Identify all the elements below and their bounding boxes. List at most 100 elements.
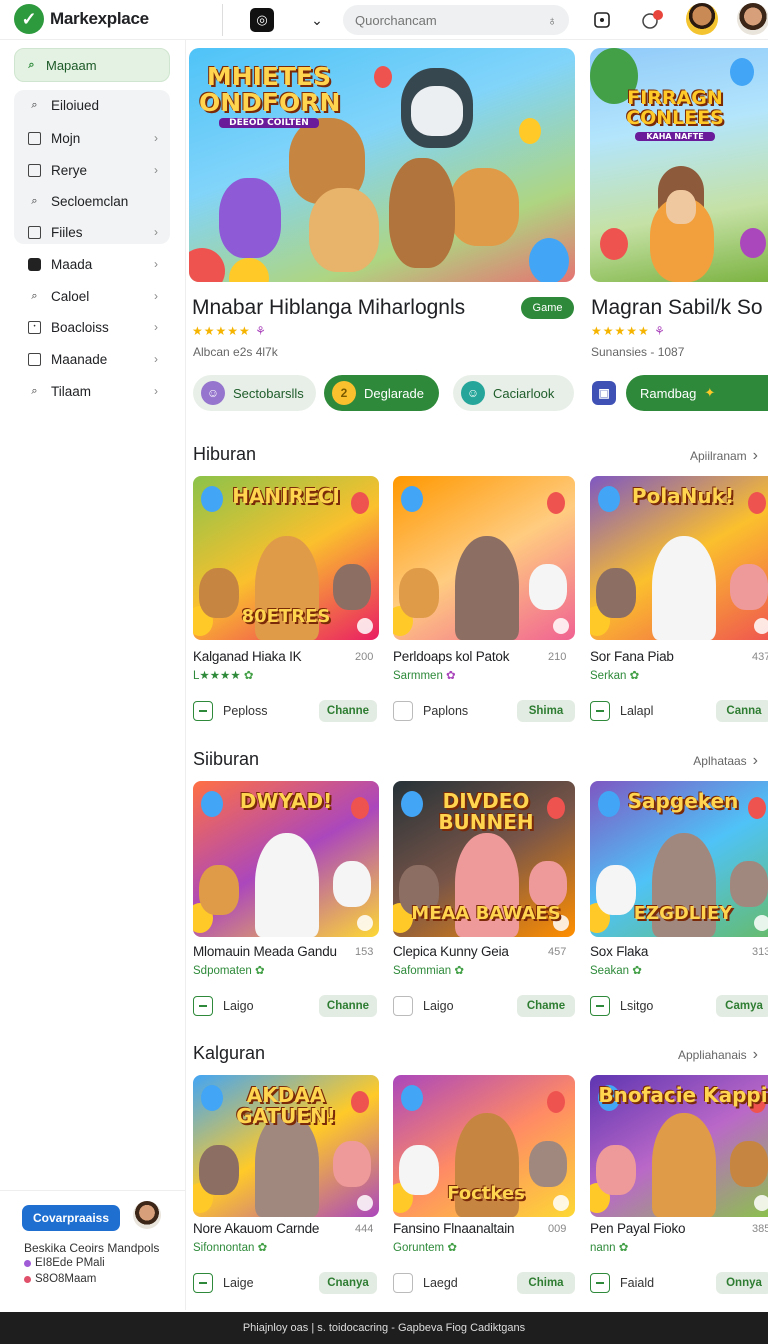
card-action[interactable]: Laigo xyxy=(193,992,254,1020)
sidebar-item-label: Mapaam xyxy=(46,57,97,73)
coin-icon: 2 xyxy=(332,381,356,405)
app-card-image[interactable]: Foctkes xyxy=(393,1075,575,1217)
card-action[interactable]: Laegd xyxy=(393,1269,458,1297)
card-button[interactable]: Shima xyxy=(517,700,575,722)
sidebar-item[interactable]: • Boacloiss › xyxy=(14,312,170,342)
verified-icon: ✿ xyxy=(629,965,642,977)
card-title[interactable]: Clepica Kunny Geia xyxy=(393,944,509,959)
card-subtitle-row: Sdpomaten ✿ xyxy=(193,963,265,977)
section-see-all-link[interactable]: Appliahanais › xyxy=(678,1046,758,1064)
notification-icon[interactable] xyxy=(640,8,664,32)
cta-button[interactable]: Covarpraaiss xyxy=(22,1205,120,1231)
character-illustration xyxy=(333,564,371,610)
chevron-right-icon: › xyxy=(154,352,158,366)
card-button[interactable]: Channe xyxy=(319,995,377,1017)
sidebar-item[interactable]: Maanade › xyxy=(14,344,170,374)
card-art-title: AKDAA GATUEN! xyxy=(236,1083,336,1128)
section-see-all-link[interactable]: Apiilranam › xyxy=(690,447,758,465)
sidebar-item[interactable]: ⌕ Tilaam › xyxy=(14,376,170,406)
sidebar-item[interactable]: Rerye › xyxy=(14,155,170,185)
character-illustration xyxy=(333,861,371,907)
hero-meta: Sunansies - 1087 xyxy=(591,345,685,359)
search-input[interactable] xyxy=(355,12,525,28)
card-count: 009 xyxy=(548,1223,567,1235)
game-badge: Game xyxy=(521,297,574,319)
user-avatar[interactable] xyxy=(686,3,718,35)
chevron-down-icon[interactable]: ⌄ xyxy=(305,8,329,32)
sidebar-item[interactable]: ⌕ Caloel › xyxy=(14,281,170,311)
verified-icon: ✿ xyxy=(615,1242,629,1254)
card-title[interactable]: Mlomauin Meada Gandu xyxy=(193,944,337,959)
top-bar: ✓ Markexplace ◎ ⌄ ♁ xyxy=(0,0,768,40)
sidebar-item-home[interactable]: ⌕ Mapaam xyxy=(14,48,170,82)
sidebar-item-label: Boacloiss xyxy=(51,319,109,335)
sidebar-item[interactable]: Fiiles › xyxy=(14,217,170,247)
card-button[interactable]: Camya xyxy=(716,995,768,1017)
card-art-subtitle: EZGDLIEY xyxy=(633,903,733,924)
mic-icon[interactable]: ♁ xyxy=(547,13,557,28)
card-action[interactable]: Faiald xyxy=(590,1269,654,1297)
hero-title[interactable]: Mnabar Hiblanga Miharlognls xyxy=(192,296,465,320)
card-button[interactable]: Canna xyxy=(716,700,768,722)
card-button[interactable]: Cnanya xyxy=(319,1272,377,1294)
card-button[interactable]: Channe xyxy=(319,700,377,722)
category-chip[interactable]: Ramdbag ✦ xyxy=(626,375,768,411)
card-action[interactable]: Lsitgo xyxy=(590,992,653,1020)
verified-icon: ✿ xyxy=(626,670,640,682)
chevron-right-icon: › xyxy=(154,131,158,145)
card-action[interactable]: Paplons xyxy=(393,697,468,725)
app-card-image[interactable]: DIVDEO BUNNEH MEAA BAWAES xyxy=(393,781,575,937)
card-subtitle-row: L★★★★ ✿ xyxy=(193,668,253,682)
card-action[interactable]: Laigo xyxy=(393,992,454,1020)
section-see-all-link[interactable]: Aplhataas › xyxy=(693,752,758,770)
brand[interactable]: ✓ Markexplace xyxy=(14,4,149,34)
card-button[interactable]: Chima xyxy=(517,1272,575,1294)
hero-title[interactable]: Magran Sabil/k So xyxy=(591,296,763,320)
card-title[interactable]: Perldoaps kol Patok xyxy=(393,649,509,664)
card-title[interactable]: Sor Fana Piab xyxy=(590,649,674,664)
sidebar-item[interactable]: Mojn › xyxy=(14,123,170,153)
category-chip[interactable]: ☺ Sectobarslls xyxy=(193,375,316,411)
install-icon xyxy=(590,701,610,721)
sidebar-item[interactable]: ⌕ Secloemclan xyxy=(14,186,170,216)
card-subtitle: Sifonnontan xyxy=(193,1242,255,1254)
card-title[interactable]: Nore Akauom Carnde xyxy=(193,1221,319,1236)
app-card-image[interactable] xyxy=(393,476,575,640)
card-action[interactable]: Laige xyxy=(193,1269,254,1297)
sidebar-item[interactable]: ⌕ Eiloiued xyxy=(14,90,170,120)
note-item: S8O8Maam xyxy=(24,1273,96,1285)
search-bar[interactable]: ♁ xyxy=(343,5,569,35)
card-title[interactable]: Fansino Flnaanaltain xyxy=(393,1221,515,1236)
app-card-image[interactable]: AKDAA GATUEN! xyxy=(193,1075,379,1217)
app-card-image[interactable]: DWYAD! xyxy=(193,781,379,937)
hero-card-image[interactable]: FIRRAGN CONLEES KAHA NAFTE xyxy=(590,48,768,282)
card-title[interactable]: Pen Payal Fioko xyxy=(590,1221,686,1236)
sidebar-item-label: Tilaam xyxy=(51,383,92,399)
hero-card-image[interactable]: MHIETES ONDFORN DEEOD COILTEN xyxy=(189,48,575,282)
card-button[interactable]: Onnya xyxy=(716,1272,768,1294)
footer: Phiajnloy oas | s. toidocacring - Gapbev… xyxy=(0,1312,768,1344)
sidebar-item[interactable]: Maada › xyxy=(14,249,170,279)
note-item: EI8Ede PMali xyxy=(24,1257,105,1269)
grid-icon[interactable] xyxy=(590,8,614,32)
camera-icon[interactable]: ◎ xyxy=(250,8,274,32)
chip-icon[interactable]: ▣ xyxy=(592,375,622,411)
card-action[interactable]: Lalapl xyxy=(590,697,653,725)
sidebar-item-label: Secloemclan xyxy=(51,193,129,209)
app-card-image[interactable]: Sapgeken EZGDLIEY xyxy=(590,781,768,937)
app-card-image[interactable]: HANIRECI 80ETRES xyxy=(193,476,379,640)
card-art-subtitle: Foctkes xyxy=(447,1183,525,1204)
category-chip[interactable]: ☺ Caciarlook xyxy=(453,375,574,411)
sidebar-footer: Covarpraaiss Beskika Ceoirs Mandpols EI8… xyxy=(0,1190,186,1310)
character-illustration xyxy=(455,536,519,640)
card-button[interactable]: Chame xyxy=(517,995,575,1017)
card-subtitle: Seakan xyxy=(590,965,630,977)
profile-avatar[interactable] xyxy=(737,3,768,35)
card-title[interactable]: Kalganad Hiaka IK xyxy=(193,649,302,664)
card-action[interactable]: Peploss xyxy=(193,697,267,725)
category-chip[interactable]: 2 Deglarade xyxy=(324,375,439,411)
card-title[interactable]: Sox Flaka xyxy=(590,944,648,959)
app-card-image[interactable]: Bnofacie Kappi xyxy=(590,1075,768,1217)
app-card-image[interactable]: PolaNuk! xyxy=(590,476,768,640)
avatar[interactable] xyxy=(133,1201,161,1229)
